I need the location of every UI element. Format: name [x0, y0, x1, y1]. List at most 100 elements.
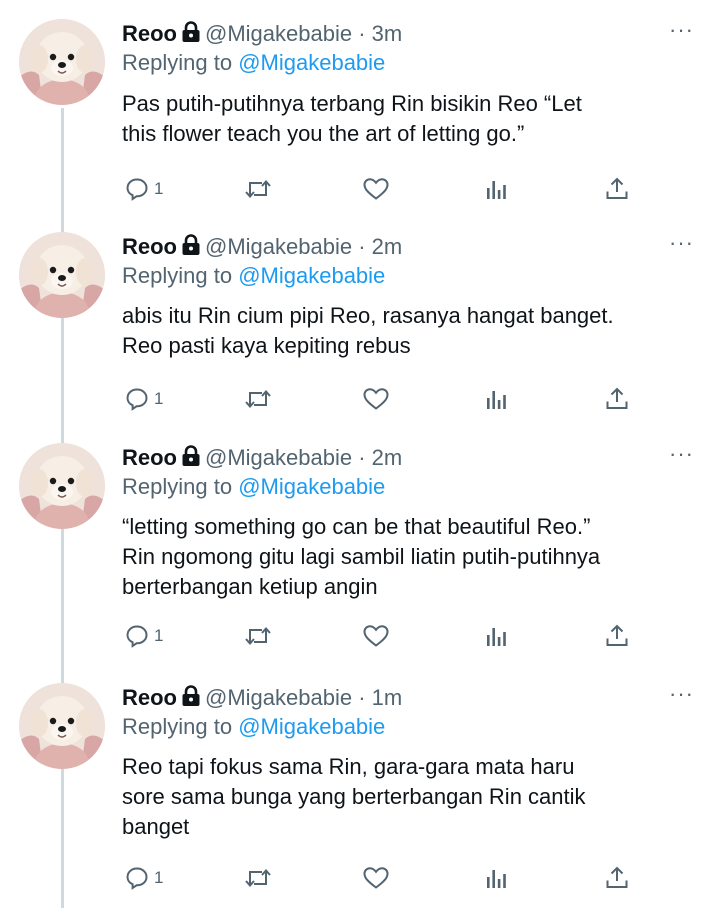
reply-button[interactable]: 1 — [124, 384, 163, 414]
separator-dot: · — [358, 445, 366, 470]
analytics-button[interactable] — [484, 621, 508, 651]
tweet-text: Pas putih-putihnya terbang Rin bisikin R… — [122, 91, 582, 146]
reply-button[interactable]: 1 — [124, 174, 163, 204]
tweet-header: Reoo @Migakebabie · 2m ··· — [122, 443, 700, 473]
tweet-header: Reoo @Migakebabie · 1m ··· — [122, 683, 700, 713]
tweet-content: Reoo @Migakebabie · 2m ··· Replying to @M… — [122, 443, 700, 602]
lock-icon — [181, 21, 201, 51]
author-handle[interactable]: @Migakebabie — [205, 685, 352, 710]
retweet-button[interactable] — [244, 174, 272, 204]
share-icon — [604, 623, 630, 649]
replying-to-label: Replying to — [122, 263, 233, 288]
reply-button[interactable]: 1 — [124, 863, 163, 893]
like-icon — [362, 865, 390, 891]
more-icon[interactable]: ··· — [669, 443, 694, 465]
tweet[interactable]: Reoo @Migakebabie · 3m ··· Replying to @M… — [0, 19, 720, 219]
lock-icon — [181, 685, 201, 715]
more-icon[interactable]: ··· — [669, 232, 694, 254]
avatar[interactable] — [19, 443, 105, 529]
tweet-actions: 1 — [0, 863, 720, 893]
replying-to-mention[interactable]: @Migakebabie — [238, 714, 385, 739]
author-handle[interactable]: @Migakebabie — [205, 21, 352, 46]
author-name[interactable]: Reoo — [122, 445, 177, 470]
tweet-time[interactable]: 1m — [372, 685, 403, 710]
analytics-icon — [484, 623, 508, 649]
tweet-header: Reoo @Migakebabie · 2m ··· — [122, 232, 700, 262]
tweet-actions: 1 — [0, 174, 720, 204]
replying-to: Replying to @Migakebabie — [122, 473, 700, 501]
tweet-content: Reoo @Migakebabie · 2m ··· Replying to @M… — [122, 232, 700, 361]
retweet-icon — [244, 386, 272, 412]
avatar[interactable] — [19, 19, 105, 105]
tweet-actions: 1 — [0, 384, 720, 414]
author-handle[interactable]: @Migakebabie — [205, 445, 352, 470]
replying-to-mention[interactable]: @Migakebabie — [238, 474, 385, 499]
retweet-button[interactable] — [244, 621, 272, 651]
tweet-text: “letting something go can be that beauti… — [122, 514, 601, 599]
reply-button[interactable]: 1 — [124, 621, 163, 651]
replying-to-mention[interactable]: @Migakebabie — [238, 50, 385, 75]
more-icon[interactable]: ··· — [669, 683, 694, 705]
avatar[interactable] — [19, 232, 105, 318]
tweet[interactable]: Reoo @Migakebabie · 2m ··· Replying to @M… — [0, 232, 720, 432]
tweet[interactable]: Reoo @Migakebabie · 1m ··· Replying to @M… — [0, 683, 720, 908]
retweet-icon — [244, 176, 272, 202]
like-button[interactable] — [362, 621, 390, 651]
reply-count: 1 — [154, 389, 164, 408]
share-button[interactable] — [604, 863, 630, 893]
retweet-icon — [244, 865, 272, 891]
tweet-time[interactable]: 2m — [372, 234, 403, 259]
reply-count: 1 — [154, 626, 164, 645]
tweet-content: Reoo @Migakebabie · 3m ··· Replying to @M… — [122, 19, 700, 149]
tweet-text: abis itu Rin cium pipi Reo, rasanya hang… — [122, 303, 614, 358]
replying-to-label: Replying to — [122, 50, 233, 75]
like-button[interactable] — [362, 863, 390, 893]
more-icon[interactable]: ··· — [669, 19, 694, 41]
retweet-icon — [244, 623, 272, 649]
tweet-time[interactable]: 3m — [372, 21, 403, 46]
like-icon — [362, 386, 390, 412]
analytics-button[interactable] — [484, 384, 508, 414]
analytics-icon — [484, 176, 508, 202]
tweet-header: Reoo @Migakebabie · 3m ··· — [122, 19, 700, 49]
separator-dot: · — [358, 234, 366, 259]
author-name[interactable]: Reoo — [122, 21, 177, 46]
analytics-button[interactable] — [484, 863, 508, 893]
share-icon — [604, 865, 630, 891]
replying-to-mention[interactable]: @Migakebabie — [238, 263, 385, 288]
replying-to: Replying to @Migakebabie — [122, 49, 700, 77]
replying-to: Replying to @Migakebabie — [122, 713, 700, 741]
author-name[interactable]: Reoo — [122, 234, 177, 259]
reply-icon — [124, 176, 150, 202]
retweet-button[interactable] — [244, 863, 272, 893]
reply-icon — [124, 386, 150, 412]
replying-to-label: Replying to — [122, 474, 233, 499]
tweet-content: Reoo @Migakebabie · 1m ··· Replying to @M… — [122, 683, 700, 842]
share-button[interactable] — [604, 174, 630, 204]
share-button[interactable] — [604, 384, 630, 414]
like-icon — [362, 176, 390, 202]
share-button[interactable] — [604, 621, 630, 651]
share-icon — [604, 176, 630, 202]
analytics-button[interactable] — [484, 174, 508, 204]
reply-icon — [124, 865, 150, 891]
tweet-time[interactable]: 2m — [372, 445, 403, 470]
analytics-icon — [484, 865, 508, 891]
retweet-button[interactable] — [244, 384, 272, 414]
like-icon — [362, 623, 390, 649]
like-button[interactable] — [362, 384, 390, 414]
tweet[interactable]: Reoo @Migakebabie · 2m ··· Replying to @M… — [0, 443, 720, 673]
reply-count: 1 — [154, 179, 164, 198]
tweet-text: Reo tapi fokus sama Rin, gara-gara mata … — [122, 754, 586, 839]
like-button[interactable] — [362, 174, 390, 204]
replying-to: Replying to @Migakebabie — [122, 262, 700, 290]
avatar[interactable] — [19, 683, 105, 769]
reply-count: 1 — [154, 868, 164, 887]
tweet-actions: 1 — [0, 621, 720, 651]
author-name[interactable]: Reoo — [122, 685, 177, 710]
replying-to-label: Replying to — [122, 714, 233, 739]
reply-icon — [124, 623, 150, 649]
share-icon — [604, 386, 630, 412]
separator-dot: · — [358, 685, 366, 710]
author-handle[interactable]: @Migakebabie — [205, 234, 352, 259]
